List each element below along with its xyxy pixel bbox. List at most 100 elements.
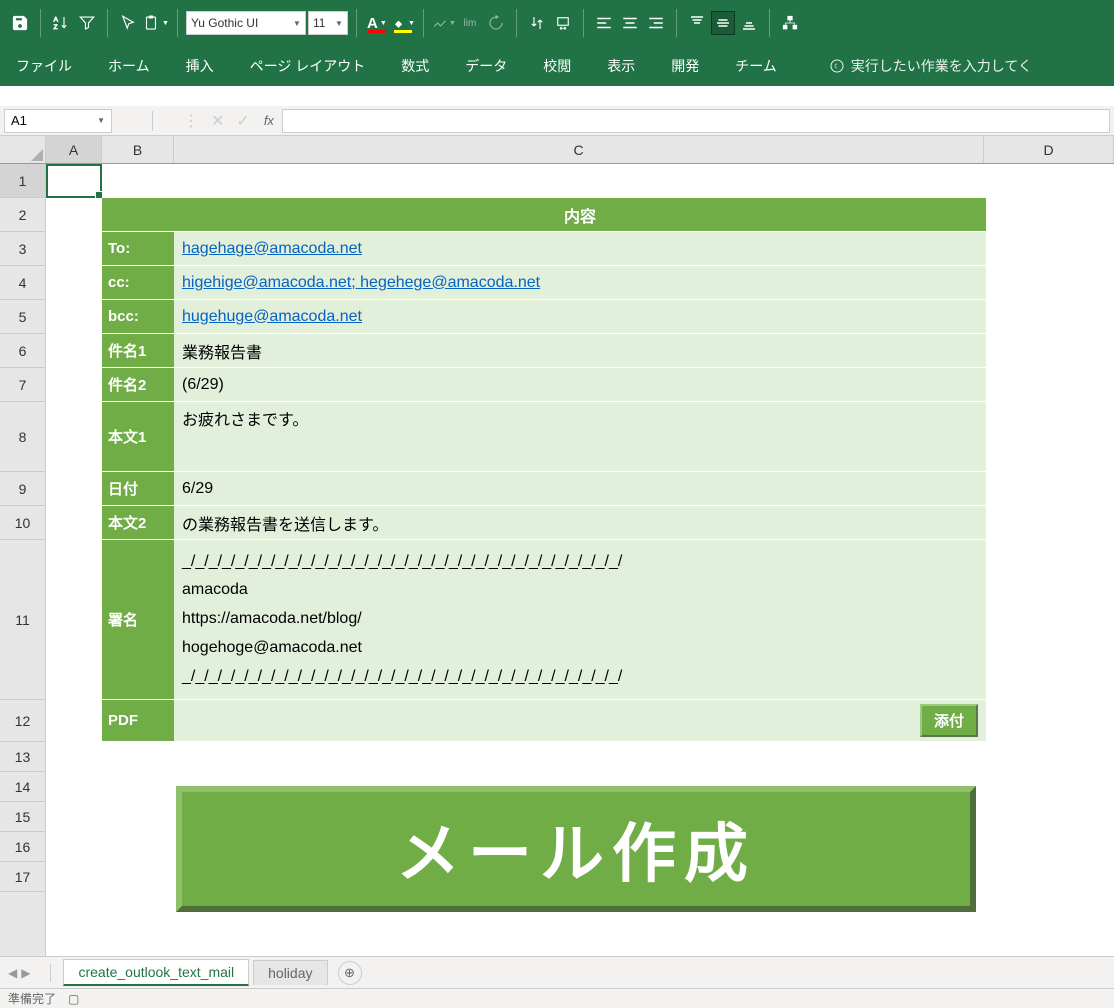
hierarchy-icon[interactable] <box>778 11 802 35</box>
formula-input[interactable] <box>282 109 1110 133</box>
column-headers: A B C D <box>0 136 1114 164</box>
limit-icon: lim <box>458 11 482 35</box>
table-value-6[interactable]: 6/29 <box>174 472 986 506</box>
active-cell-A1[interactable] <box>46 164 102 198</box>
tell-me-search[interactable]: 実行したい作業を入力してく <box>829 56 1032 76</box>
status-bar: 準備完了 ▢ <box>0 988 1114 1008</box>
row-header-14[interactable]: 14 <box>0 772 45 802</box>
font-color-icon[interactable]: A▼ <box>365 11 389 35</box>
tab-developer[interactable]: 開発 <box>667 50 703 82</box>
table-value-3[interactable]: 業務報告書 <box>174 334 986 368</box>
align-center-icon[interactable] <box>618 11 642 35</box>
cancel-icon: ✕ <box>211 111 224 131</box>
row-header-6[interactable]: 6 <box>0 334 45 368</box>
row-header-7[interactable]: 7 <box>0 368 45 402</box>
fx-label[interactable]: fx <box>264 113 274 128</box>
ribbon-tabs: ファイル ホーム 挿入 ページ レイアウト 数式 データ 校閲 表示 開発 チー… <box>0 46 1114 86</box>
row-header-8[interactable]: 8 <box>0 402 45 472</box>
sort-arrows-icon[interactable] <box>525 11 549 35</box>
tab-file[interactable]: ファイル <box>12 50 76 82</box>
macro-record-icon[interactable]: ▢ <box>68 992 79 1006</box>
ribbon-toolbar: AZ ▼ Yu Gothic UI▼ 11▼ A▼ ▼ ▼ lim <box>0 0 1114 46</box>
autofit-icon[interactable] <box>551 11 575 35</box>
sort-icon[interactable]: AZ <box>49 11 73 35</box>
row-header-4[interactable]: 4 <box>0 266 45 300</box>
row-header-5[interactable]: 5 <box>0 300 45 334</box>
row-header-1[interactable]: 1 <box>0 164 45 198</box>
font-size-select[interactable]: 11▼ <box>308 11 348 35</box>
table-label-8: 署名 <box>102 540 174 700</box>
tab-insert[interactable]: 挿入 <box>182 50 218 82</box>
valign-bottom-icon[interactable] <box>737 11 761 35</box>
row-header-17[interactable]: 17 <box>0 862 45 892</box>
row-header-15[interactable]: 15 <box>0 802 45 832</box>
filter-icon[interactable] <box>75 11 99 35</box>
table-label-2: bcc: <box>102 300 174 334</box>
valign-middle-icon[interactable] <box>711 11 735 35</box>
hyperlink-0[interactable]: hagehage@amacoda.net <box>182 240 362 258</box>
table-value-2[interactable]: hugehuge@amacoda.net <box>174 300 986 334</box>
cells-area[interactable]: 内容 To: hagehage@amacoda.net cc: higehige@am… <box>46 164 1114 956</box>
table-label-4: 件名2 <box>102 368 174 402</box>
sheet-tab-2[interactable]: holiday <box>253 960 327 985</box>
col-header-A[interactable]: A <box>46 136 102 163</box>
sheet-nav-next[interactable]: ▶ <box>21 966 30 980</box>
row-header-13[interactable]: 13 <box>0 742 45 772</box>
sheet-tab-1[interactable]: create_outlook_text_mail <box>63 959 249 986</box>
tab-data[interactable]: データ <box>461 50 511 82</box>
font-name-select[interactable]: Yu Gothic UI▼ <box>186 11 306 35</box>
select-all-triangle[interactable] <box>0 136 46 163</box>
tab-review[interactable]: 校閲 <box>539 50 575 82</box>
table-label-1: cc: <box>102 266 174 300</box>
new-sheet-button[interactable]: ⊕ <box>338 961 362 985</box>
table-header: 内容 <box>174 198 986 232</box>
formula-bar-row: A1▼ ⋮ ✕ ✓ fx <box>0 106 1114 136</box>
row-header-16[interactable]: 16 <box>0 832 45 862</box>
row-header-11[interactable]: 11 <box>0 540 45 700</box>
paste-icon[interactable]: ▼ <box>142 14 169 32</box>
row-header-10[interactable]: 10 <box>0 506 45 540</box>
hyperlink-2[interactable]: hugehuge@amacoda.net <box>182 308 362 326</box>
grid: 1234567891011121314151617 内容 To:hagehage… <box>0 164 1114 956</box>
dots-icon[interactable]: ⋮ <box>183 111 199 131</box>
table-value-4[interactable]: (6/29) <box>174 368 986 402</box>
attach-button[interactable]: 添付 <box>920 704 978 737</box>
name-box[interactable]: A1▼ <box>4 109 112 133</box>
row-header-12[interactable]: 12 <box>0 700 45 742</box>
table-header-blank <box>102 198 174 232</box>
save-icon[interactable] <box>8 11 32 35</box>
tab-page-layout[interactable]: ページ レイアウト <box>246 50 370 82</box>
align-right-icon[interactable] <box>644 11 668 35</box>
align-left-icon[interactable] <box>592 11 616 35</box>
refresh-icon <box>484 11 508 35</box>
fill-color-icon[interactable]: ▼ <box>391 11 415 35</box>
enter-icon: ✓ <box>236 111 249 131</box>
row-header-9[interactable]: 9 <box>0 472 45 506</box>
col-header-D[interactable]: D <box>984 136 1114 163</box>
cursor-icon[interactable] <box>116 11 140 35</box>
hyperlink-1[interactable]: higehige@amacoda.net; hegehege@amacoda.n… <box>182 274 540 292</box>
tab-view[interactable]: 表示 <box>603 50 639 82</box>
row-header-3[interactable]: 3 <box>0 232 45 266</box>
sheet-nav-prev[interactable]: ◀ <box>8 966 17 980</box>
tab-home[interactable]: ホーム <box>104 50 154 82</box>
table-label-3: 件名1 <box>102 334 174 368</box>
col-header-C[interactable]: C <box>174 136 984 163</box>
create-mail-button[interactable]: メール作成 <box>176 786 976 912</box>
table-value-8[interactable]: _/_/_/_/_/_/_/_/_/_/_/_/_/_/_/_/_/_/_/_/… <box>174 540 986 700</box>
table-value-5[interactable]: お疲れさまです。 <box>174 402 986 472</box>
table-label-0: To: <box>102 232 174 266</box>
tab-formulas[interactable]: 数式 <box>397 50 433 82</box>
valign-top-icon[interactable] <box>685 11 709 35</box>
table-value-7[interactable]: の業務報告書を送信します。 <box>174 506 986 540</box>
tab-team[interactable]: チーム <box>731 50 781 82</box>
chart-icon: ▼ <box>432 11 456 35</box>
table-value-1[interactable]: higehige@amacoda.net; hegehege@amacoda.n… <box>174 266 986 300</box>
svg-text:Z: Z <box>54 24 58 31</box>
table-value-0[interactable]: hagehage@amacoda.net <box>174 232 986 266</box>
table-label-5: 本文1 <box>102 402 174 472</box>
row-header-2[interactable]: 2 <box>0 198 45 232</box>
col-header-B[interactable]: B <box>102 136 174 163</box>
svg-text:A: A <box>54 17 59 24</box>
table-value-9[interactable]: 添付 <box>174 700 986 742</box>
